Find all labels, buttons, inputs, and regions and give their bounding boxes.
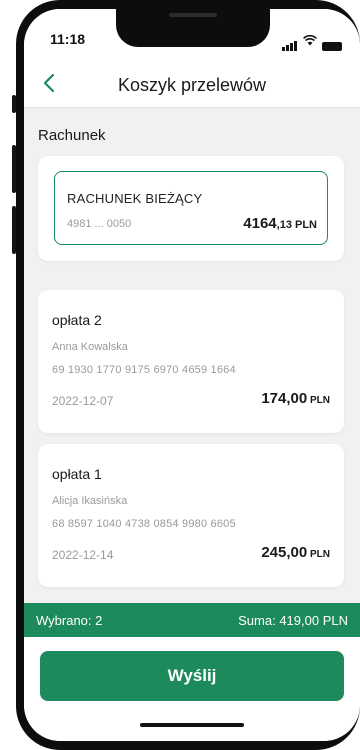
transfer-account-number: 69 1930 1770 9175 6970 4659 1664 [52,364,236,376]
nav-bar: Koszyk przelewów [24,61,360,108]
send-button[interactable]: Wyślij [40,651,344,701]
transfer-title: opłata 1 [52,466,102,482]
transfer-date: 2022-12-07 [52,394,114,408]
transfer-amount: 174,00 PLN [261,390,330,407]
screen: 11:18 Koszyk przelewów Rachunek RACHUNEK… [24,9,360,741]
status-time: 11:18 [50,31,86,47]
account-section-label: Rachunek [38,127,106,144]
notch [116,9,270,47]
transfer-amount-currency: PLN [307,395,330,406]
selected-count: Wybrano: 2 [36,613,103,628]
account-name: RACHUNEK BIEŻĄCY [67,191,203,206]
summary-bar: Wybrano: 2 Suma: 419,00 PLN [24,603,360,637]
signal-icon [282,41,298,51]
transfer-date: 2022-12-14 [52,548,114,562]
total-sum: Suma: 419,00 PLN [238,613,348,628]
transfer-amount: 245,00 PLN [261,544,330,561]
transfer-card[interactable]: opłata 2 Anna Kowalska 69 1930 1770 9175… [38,290,344,433]
wifi-icon [303,33,317,51]
bottom-area: Wyślij [24,637,360,741]
account-balance-fraction: ,13 PLN [276,219,317,231]
account-card: RACHUNEK BIEŻĄCY 4981 ... 0050 4164,13 P… [38,156,344,261]
transfer-recipient: Alicja Ikasińska [52,495,128,507]
transfer-amount-value: 245,00 [261,544,308,561]
status-icons [282,33,342,51]
transfer-amount-currency: PLN [307,549,330,560]
home-indicator [140,723,244,727]
transfer-title: opłata 2 [52,312,102,328]
battery-icon [322,42,342,51]
account-balance-main: 4164 [243,215,277,232]
status-bar: 11:18 [24,9,360,61]
transfer-amount-value: 174,00 [261,390,308,407]
account-balance: 4164,13 PLN [243,215,317,232]
phone-frame: 11:18 Koszyk przelewów Rachunek RACHUNEK… [16,0,360,750]
selected-account[interactable]: RACHUNEK BIEŻĄCY 4981 ... 0050 4164,13 P… [54,171,328,245]
account-number: 4981 ... 0050 [67,218,132,230]
transfer-account-number: 68 8597 1040 4738 0854 9980 6605 [52,518,236,530]
page-title: Koszyk przelewów [117,75,267,95]
transfer-recipient: Anna Kowalska [52,341,128,353]
transfer-card[interactable]: opłata 1 Alicja Ikasińska 68 8597 1040 4… [38,444,344,587]
